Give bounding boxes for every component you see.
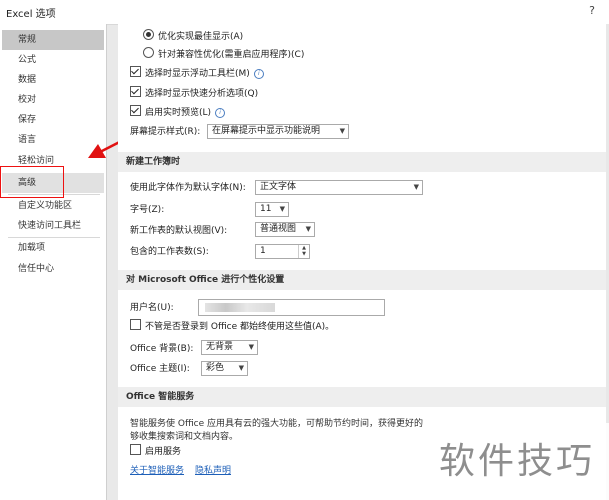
section-personalize: 对 Microsoft Office 进行个性化设置	[118, 270, 609, 290]
watermark-text: 软件技巧	[425, 423, 609, 500]
checkbox[interactable]	[130, 105, 141, 116]
checkbox-enable-services[interactable]: 启用服务	[130, 443, 181, 461]
chevron-down-icon: ▼	[305, 225, 311, 233]
spin-arrows-icon[interactable]: ▲ ▼	[298, 245, 309, 258]
checkbox-quick-analysis[interactable]: 选择时显示快速分析选项(Q)	[130, 85, 258, 103]
radio-optimize-best[interactable]: 优化实现最佳显示(A)	[143, 28, 243, 46]
screentip-label: 屏幕提示样式(R):	[130, 127, 201, 137]
about-intelligent-services-link[interactable]: 关于智能服务	[130, 464, 184, 479]
nav-item-addins[interactable]: 加载项	[2, 238, 104, 258]
office-background-label: Office 背景(B):	[130, 344, 194, 354]
office-theme-select[interactable]: 彩色 ▼	[201, 361, 248, 376]
radio-optimize-compat[interactable]: 针对兼容性优化(需重启应用程序)(C)	[143, 46, 304, 64]
radio-button[interactable]	[143, 47, 154, 58]
nav-item-formulas[interactable]: 公式	[2, 50, 104, 70]
chevron-down-icon: ▼	[339, 127, 345, 135]
sheet-count-label: 包含的工作表数(S):	[130, 247, 209, 257]
section-intelligent-services: Office 智能服务	[118, 387, 609, 407]
nav-item-data[interactable]: 数据	[2, 70, 104, 90]
nav-item-quick-access-toolbar[interactable]: 快速访问工具栏	[2, 216, 104, 236]
radio-button[interactable]	[143, 29, 154, 40]
nav-item-proofing[interactable]: 校对	[2, 90, 104, 110]
sheet-count-stepper[interactable]: 1 ▲ ▼	[255, 244, 310, 259]
office-theme-label: Office 主题(I):	[130, 364, 190, 374]
font-size-select[interactable]: 11 ▼	[255, 202, 289, 217]
nav-item-customize-ribbon[interactable]: 自定义功能区	[2, 196, 104, 216]
checkbox[interactable]	[130, 66, 141, 77]
checkbox[interactable]	[130, 444, 141, 455]
checkbox-mini-toolbar[interactable]: 选择时显示浮动工具栏(M) i	[130, 65, 264, 83]
default-font-label: 使用此字体作为默认字体(N):	[130, 183, 246, 193]
window-title: Excel 选项	[6, 9, 56, 20]
nav-item-language[interactable]: 语言	[2, 130, 104, 150]
username-input[interactable]	[198, 299, 385, 316]
checkbox-always-use-values[interactable]: 不管是否登录到 Office 都始终使用这些值(A)。	[130, 318, 334, 336]
chevron-down-icon: ▼	[238, 364, 244, 372]
nav-item-save[interactable]: 保存	[2, 110, 104, 130]
section-new-workbook: 新建工作簿时	[118, 152, 609, 172]
nav-item-trust-center[interactable]: 信任中心	[2, 259, 104, 279]
font-size-label: 字号(Z):	[130, 205, 165, 215]
screentip-select[interactable]: 在屏幕提示中显示功能说明 ▼	[207, 124, 349, 139]
annotation-highlight-box	[0, 166, 64, 198]
username-label: 用户名(U):	[130, 303, 174, 313]
default-view-label: 新工作表的默认视图(V):	[130, 226, 228, 236]
chevron-down-icon: ▼	[248, 343, 254, 351]
default-font-select[interactable]: 正文字体 ▼	[255, 180, 423, 195]
redacted-username	[205, 303, 275, 312]
checkbox[interactable]	[130, 86, 141, 97]
info-icon: i	[253, 69, 264, 79]
options-nav: 常规 公式 数据 校对 保存 语言 轻松访问 高级 自定义功能区 快速访问工具栏…	[0, 24, 107, 500]
chevron-down-icon: ▼	[413, 183, 419, 191]
chevron-down-icon: ▼	[279, 205, 285, 213]
intelligent-services-description: 智能服务使 Office 应用具有云的强大功能，可帮助节约时间，获得更好的 够收…	[130, 419, 423, 442]
checkbox[interactable]	[130, 319, 141, 330]
nav-item-general[interactable]: 常规	[2, 30, 104, 50]
help-button[interactable]: ?	[589, 4, 595, 17]
default-view-select[interactable]: 普通视图 ▼	[255, 222, 315, 237]
title-bar: Excel 选项 ?	[0, 0, 609, 25]
checkbox-live-preview[interactable]: 启用实时预览(L) i	[130, 104, 226, 122]
office-background-select[interactable]: 无背景 ▼	[201, 340, 258, 355]
privacy-statement-link[interactable]: 隐私声明	[195, 464, 231, 479]
info-icon: i	[215, 108, 226, 118]
